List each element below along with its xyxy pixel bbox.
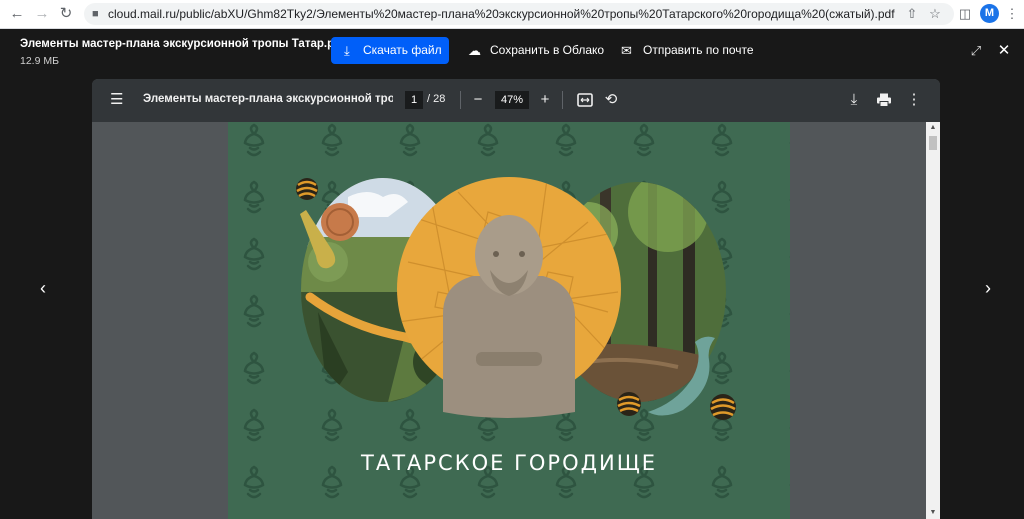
- send-by-mail-label: Отправить по почте: [643, 43, 754, 57]
- address-url: cloud.mail.ru/public/abXU/Ghm82Tky2/Элем…: [108, 7, 895, 21]
- pdf-viewer: ☰ Элементы мастер-плана экскурсионной тр…: [92, 79, 940, 519]
- profile-avatar[interactable]: M: [980, 4, 999, 23]
- next-file-chevron-right-icon[interactable]: ›: [973, 272, 1003, 304]
- striped-bead: [296, 178, 318, 200]
- scrollbar-thumb[interactable]: [929, 136, 937, 150]
- download-file-label: Скачать файл: [363, 43, 442, 57]
- page-number-input[interactable]: 1: [405, 91, 423, 109]
- toolbar-divider: [562, 91, 563, 109]
- back-arrow-icon[interactable]: ←: [8, 5, 26, 23]
- pdf-document-title: Элементы мастер-плана экскурсионной троп…: [143, 93, 393, 105]
- share-icon[interactable]: ⇧: [902, 4, 922, 24]
- reload-icon[interactable]: ↻: [57, 5, 75, 23]
- close-icon[interactable]: ✕: [995, 42, 1013, 60]
- file-info: Элементы мастер-плана экскурсионной троп…: [20, 38, 345, 67]
- download-pdf-icon[interactable]: ⤓: [844, 90, 864, 110]
- zoom-level-input[interactable]: 47%: [495, 91, 529, 109]
- scroll-down-arrow-icon[interactable]: ▼: [926, 507, 940, 519]
- toolbar-divider: [460, 91, 461, 109]
- save-to-cloud-label: Сохранить в Облако: [490, 43, 605, 57]
- pdf-toolbar: ☰ Элементы мастер-плана экскурсионной тр…: [92, 79, 940, 122]
- pdf-page: ТАТАРСКОЕ ГОРОДИЩЕ: [228, 122, 790, 519]
- hamburger-menu-icon[interactable]: ☰: [110, 92, 126, 108]
- download-file-button[interactable]: ⤓ Скачать файл: [331, 37, 449, 64]
- zoom-out-icon[interactable]: −: [468, 90, 488, 110]
- bookmark-star-icon[interactable]: ☆: [925, 4, 945, 24]
- save-to-cloud-button[interactable]: ☁ Сохранить в Облако: [468, 37, 604, 64]
- address-bar[interactable]: ■ cloud.mail.ru/public/abXU/Ghm82Tky2/Эл…: [84, 3, 954, 25]
- browser-menu-icon[interactable]: ⋮: [1002, 4, 1022, 24]
- striped-bead: [617, 392, 641, 416]
- previous-file-chevron-left-icon[interactable]: ‹: [28, 272, 58, 304]
- site-info-icon[interactable]: ■: [92, 6, 106, 22]
- print-icon[interactable]: [874, 90, 894, 110]
- viewer-header: Элементы мастер-плана экскурсионной троп…: [0, 29, 1024, 79]
- forward-arrow-icon[interactable]: →: [33, 5, 51, 23]
- file-name: Элементы мастер-плана экскурсионной троп…: [20, 38, 345, 50]
- vertical-scrollbar[interactable]: ▲ ▼: [926, 122, 940, 519]
- rotate-icon[interactable]: ⟲: [601, 90, 621, 110]
- cloud-upload-icon: ☁: [468, 43, 481, 58]
- scroll-up-arrow-icon[interactable]: ▲: [926, 122, 940, 134]
- browser-toolbar: ← → ↻ ■ cloud.mail.ru/public/abXU/Ghm82T…: [0, 0, 1024, 29]
- file-size: 12.9 МБ: [20, 55, 59, 67]
- side-panel-icon[interactable]: ◫: [955, 4, 975, 24]
- send-by-mail-button[interactable]: ✉ Отправить по почте: [621, 37, 754, 64]
- fit-to-page-icon[interactable]: [575, 90, 595, 110]
- fullscreen-icon[interactable]: ⤢: [967, 42, 985, 60]
- more-options-icon[interactable]: ⋮: [904, 90, 924, 110]
- striped-bead: [710, 394, 736, 420]
- page-total: / 28: [427, 93, 446, 105]
- download-icon: ⤓: [344, 43, 350, 58]
- envelope-icon: ✉: [621, 43, 632, 58]
- page-heading: ТАТАРСКОЕ ГОРОДИЩЕ: [361, 451, 657, 475]
- zoom-in-icon[interactable]: +: [535, 90, 555, 110]
